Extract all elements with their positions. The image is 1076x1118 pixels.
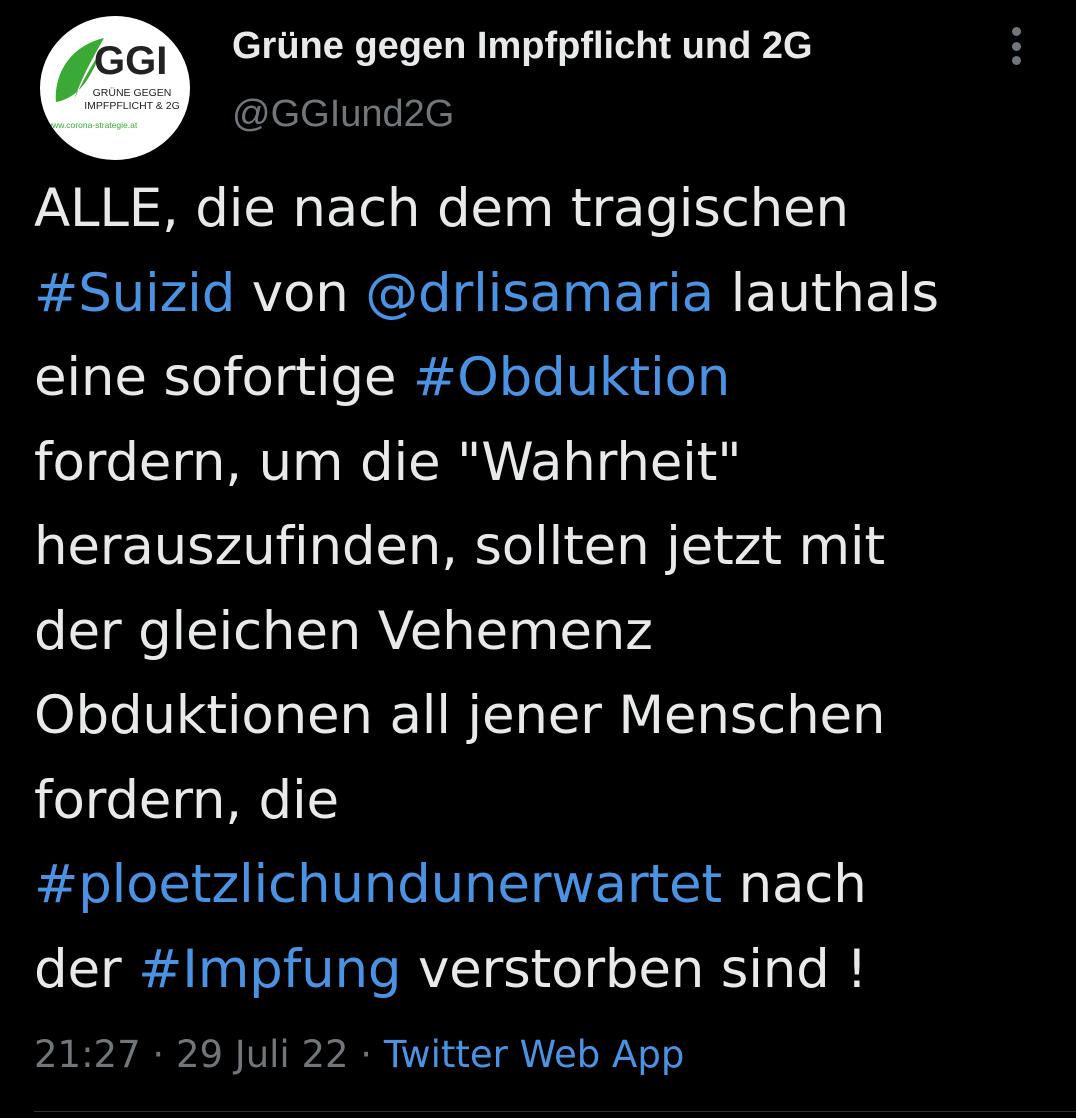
tweet-line: ALLE, die nach dem tragischen bbox=[34, 167, 1064, 252]
hashtag-impfung[interactable]: #Impfung bbox=[138, 939, 401, 1000]
tweet-line: herauszufinden, sollten jetzt mit bbox=[34, 505, 1064, 590]
tweet-text-segment: herauszufinden, sollten jetzt mit bbox=[34, 516, 886, 577]
meta-separator: · bbox=[140, 1033, 176, 1076]
tweet-date[interactable]: 29 Juli 22 bbox=[176, 1033, 349, 1076]
tweet-text-segment: der bbox=[34, 938, 139, 1000]
more-vertical-icon[interactable] bbox=[1000, 24, 1032, 68]
hashtag-obduktion[interactable]: #Obduktion bbox=[413, 347, 730, 408]
tweet-time[interactable]: 21:27 bbox=[34, 1033, 141, 1076]
logo-line1: GRÜNE GEGEN bbox=[93, 87, 172, 99]
tweet: GGI GRÜNE GEGEN IMPFPFLICHT & 2G www.cor… bbox=[0, 0, 1076, 1118]
tweet-text-segment: fordern, die bbox=[34, 769, 339, 831]
tweet-text-segment: fordern, um die "Wahrheit" bbox=[34, 431, 742, 493]
tweet-line: fordern, um die "Wahrheit" bbox=[34, 421, 1064, 506]
ggi-logo: GGI GRÜNE GEGEN IMPFPFLICHT & 2G www.cor… bbox=[45, 38, 180, 130]
meta-separator: · bbox=[348, 1033, 384, 1076]
user-handle[interactable]: @GGIund2G bbox=[232, 92, 454, 136]
tweet-source-link[interactable]: Twitter Web App bbox=[384, 1033, 684, 1076]
tweet-text-segment: verstorben sind ! bbox=[401, 938, 868, 1000]
logo-line2: IMPFPFLICHT & 2G bbox=[84, 100, 180, 112]
tweet-text-segment: der gleichen Vehemenz bbox=[34, 600, 653, 662]
tweet-line: der #Impfung verstorben sind ! bbox=[34, 928, 1064, 1013]
logo-text: GGI bbox=[94, 39, 167, 83]
hashtag-ploetzlichundunerwartet[interactable]: #ploetzlichundunerwartet bbox=[34, 854, 722, 915]
tweet-text-segment: von bbox=[235, 262, 366, 324]
tweet-text-segment: eine sofortige bbox=[34, 347, 413, 408]
hashtag-suizid[interactable]: #Suizid bbox=[34, 263, 235, 324]
more-dot bbox=[1011, 41, 1021, 51]
mention-drlisamaria[interactable]: @drlisamaria bbox=[365, 263, 714, 324]
divider bbox=[34, 1111, 1076, 1112]
tweet-text-segment: Obduktionen all jener Menschen bbox=[34, 685, 886, 746]
tweet-meta: 21:27 · 29 Juli 22 · Twitter Web App bbox=[34, 1030, 684, 1080]
tweet-text-segment: nach bbox=[721, 854, 867, 915]
avatar[interactable]: GGI GRÜNE GEGEN IMPFPFLICHT & 2G www.cor… bbox=[40, 16, 190, 160]
tweet-line: fordern, die bbox=[34, 759, 1064, 844]
tweet-line: Obduktionen all jener Menschen bbox=[34, 674, 1064, 759]
tweet-text-segment: lauthals bbox=[713, 262, 940, 324]
tweet-text: ALLE, die nach dem tragischen #Suizid vo… bbox=[34, 167, 1064, 1012]
tweet-text-segment: ALLE, die nach dem tragischen bbox=[34, 178, 849, 239]
tweet-line: eine sofortige #Obduktion bbox=[34, 336, 1064, 421]
tweet-line: #ploetzlichundunerwartet nach bbox=[34, 843, 1064, 928]
tweet-line: der gleichen Vehemenz bbox=[34, 590, 1064, 675]
logo-url: www.corona-strategie.at bbox=[45, 120, 138, 130]
display-name[interactable]: Grüne gegen Impfpflicht und 2G bbox=[232, 24, 813, 68]
more-dot bbox=[1011, 56, 1021, 65]
tweet-line: #Suizid von @drlisamaria lauthals bbox=[34, 252, 1064, 337]
more-dot bbox=[1011, 27, 1021, 36]
